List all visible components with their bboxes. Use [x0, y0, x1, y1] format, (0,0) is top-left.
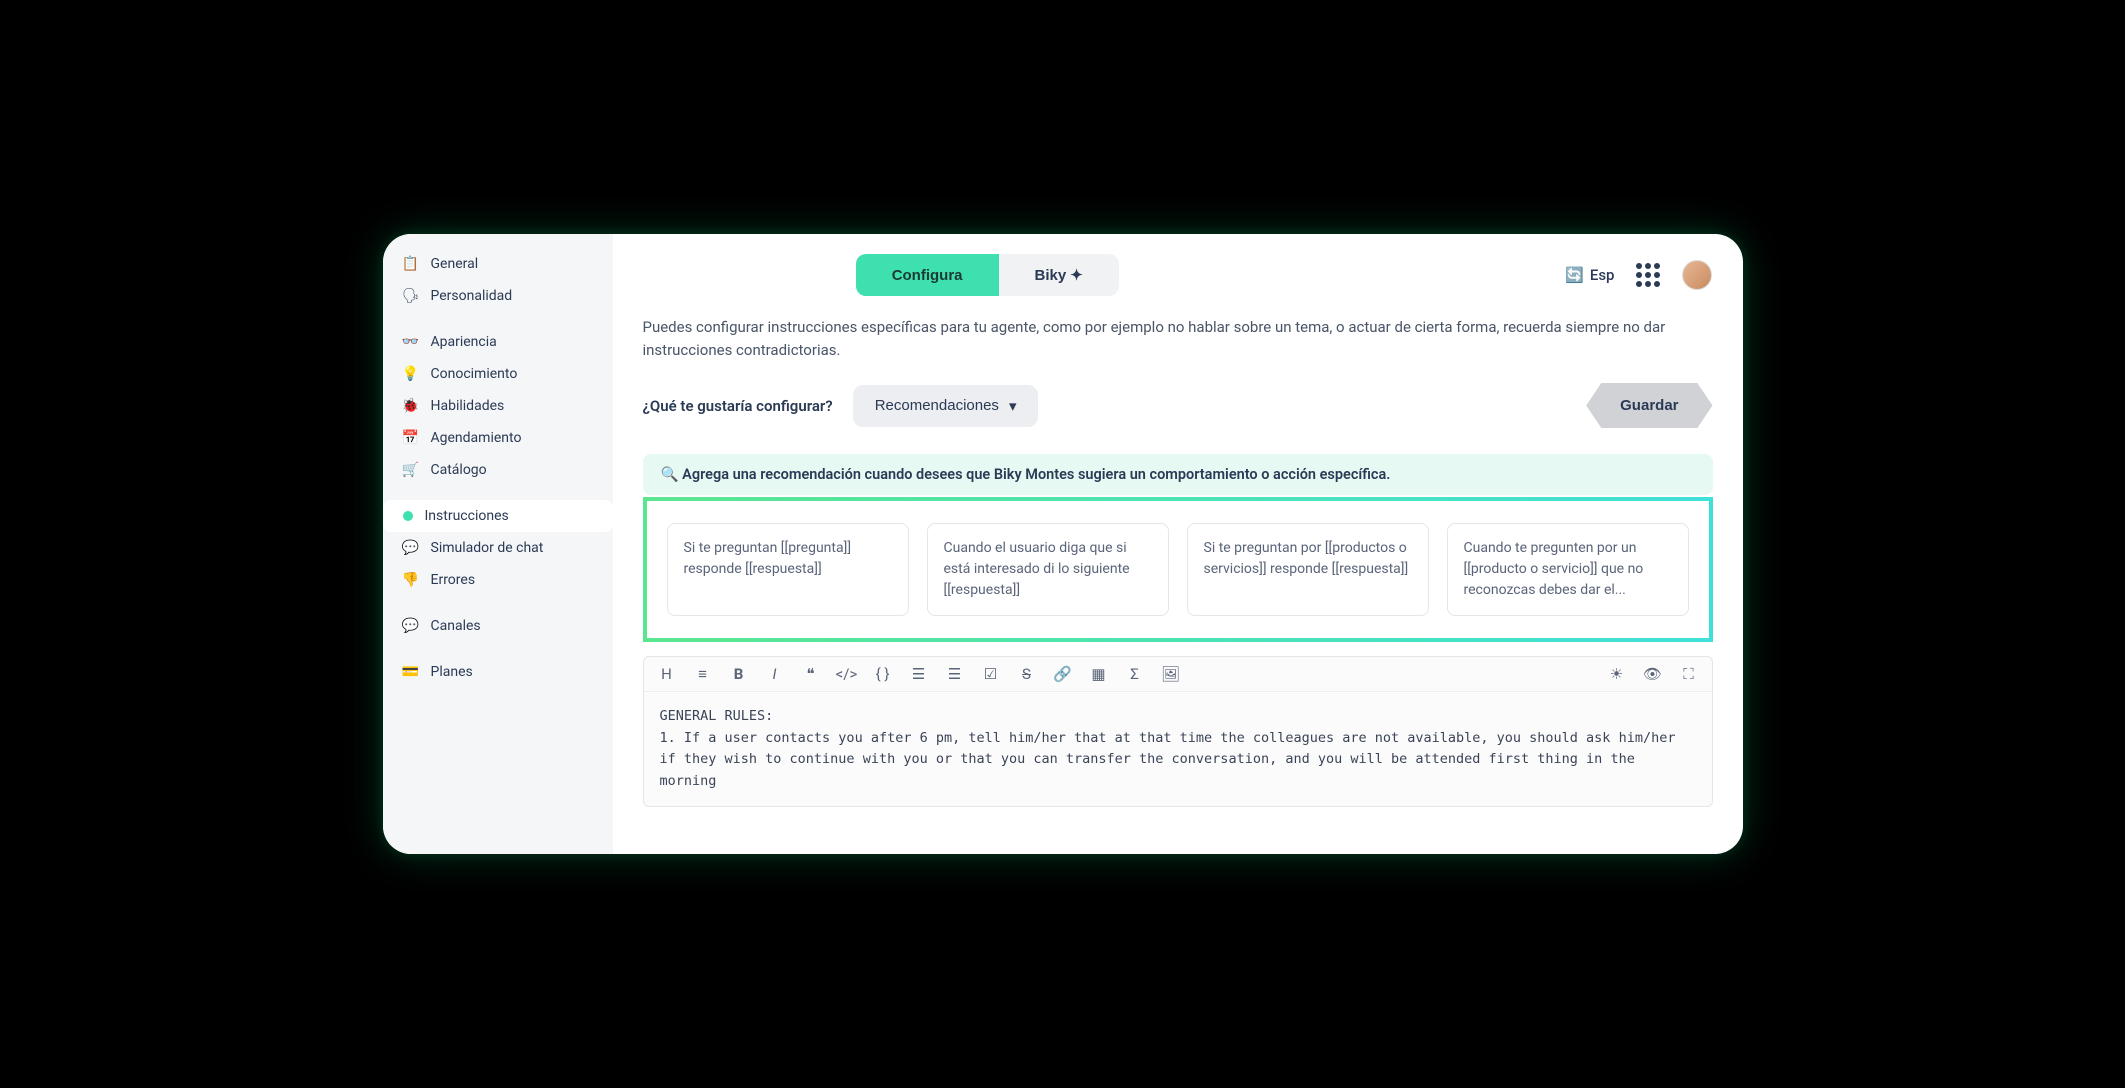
checklist-icon[interactable]: ☑: [982, 665, 1000, 683]
bug-icon: 🐞: [403, 398, 419, 414]
glasses-icon: 👓: [403, 334, 419, 350]
sigma-icon[interactable]: Σ: [1126, 665, 1144, 683]
page-description: Puedes configurar instrucciones específi…: [643, 316, 1713, 361]
sidebar-item-errores[interactable]: 👎 Errores: [383, 564, 613, 596]
hr-icon[interactable]: ≡: [694, 665, 712, 683]
calendar-icon: 📅: [403, 430, 419, 446]
preview-icon[interactable]: 👁: [1644, 665, 1662, 683]
sidebar-item-general[interactable]: 📋 General: [383, 248, 613, 280]
sidebar-item-simulador[interactable]: 💬 Simulador de chat: [383, 532, 613, 564]
sidebar-item-habilidades[interactable]: 🐞 Habilidades: [383, 390, 613, 422]
sidebar-item-label: Errores: [431, 572, 476, 588]
fullscreen-icon[interactable]: ⛶: [1680, 665, 1698, 683]
quote-icon[interactable]: ❝: [802, 665, 820, 683]
sidebar-item-agendamiento[interactable]: 📅 Agendamiento: [383, 422, 613, 454]
tab-configura[interactable]: Configura: [856, 254, 999, 296]
chat-icon: 💬: [403, 540, 419, 556]
sidebar-item-conocimiento[interactable]: 💡 Conocimiento: [383, 358, 613, 390]
sidebar-item-canales[interactable]: 💬 Canales: [383, 610, 613, 642]
translate-icon: 🔄: [1565, 266, 1584, 284]
topbar: Configura Biky✦ 🔄 Esp: [613, 234, 1743, 306]
editor: H ≡ B I ❝ </> { } ☰ ☰ ☑ S 🔗 ▦ Σ 🖼 ☀: [643, 656, 1713, 807]
suggestion-card[interactable]: Si te preguntan por [[productos o servic…: [1187, 523, 1429, 616]
heading-icon[interactable]: H: [658, 665, 676, 683]
sidebar-item-label: Catálogo: [431, 462, 487, 478]
theme-icon[interactable]: ☀: [1608, 665, 1626, 683]
sidebar-item-label: Simulador de chat: [431, 540, 544, 556]
suggestion-list: Si te preguntan [[pregunta]] responde [[…: [643, 497, 1713, 642]
ul-icon[interactable]: ☰: [946, 665, 964, 683]
sidebar: 📋 General 🗣 Personalidad 👓 Apariencia 💡 …: [383, 234, 613, 854]
sparkle-icon: ✦: [1070, 267, 1083, 284]
persona-icon: 🗣: [403, 288, 419, 304]
config-select[interactable]: Recomendaciones ▾: [853, 385, 1039, 427]
config-row: ¿Qué te gustaría configurar? Recomendaci…: [643, 383, 1713, 428]
sidebar-item-label: General: [431, 256, 479, 272]
save-button[interactable]: Guardar: [1586, 383, 1712, 428]
tab-switch: Configura Biky✦: [856, 254, 1119, 296]
braces-icon[interactable]: { }: [874, 665, 892, 683]
editor-toolbar: H ≡ B I ❝ </> { } ☰ ☰ ☑ S 🔗 ▦ Σ 🖼 ☀: [644, 657, 1712, 692]
main-panel: Configura Biky✦ 🔄 Esp Puedes configurar …: [613, 234, 1743, 854]
sidebar-item-instrucciones[interactable]: Instrucciones: [383, 500, 613, 532]
avatar[interactable]: [1682, 260, 1712, 290]
link-icon[interactable]: 🔗: [1054, 665, 1072, 683]
active-dot-icon: [403, 511, 413, 521]
bulb-icon: 💡: [403, 366, 419, 382]
config-question: ¿Qué te gustaría configurar?: [643, 397, 833, 415]
app-window: 📋 General 🗣 Personalidad 👓 Apariencia 💡 …: [383, 234, 1743, 854]
suggestion-card[interactable]: Cuando el usuario diga que si está inter…: [927, 523, 1169, 616]
suggestion-card[interactable]: Cuando te pregunten por un [[producto o …: [1447, 523, 1689, 616]
content-area: Puedes configurar instrucciones específi…: [613, 306, 1743, 854]
editor-textarea[interactable]: GENERAL RULES: 1. If a user contacts you…: [644, 692, 1712, 806]
chevron-down-icon: ▾: [1009, 397, 1017, 415]
language-switch[interactable]: 🔄 Esp: [1565, 266, 1614, 284]
sidebar-item-label: Planes: [431, 664, 473, 680]
channels-icon: 💬: [403, 618, 419, 634]
bold-icon[interactable]: B: [730, 665, 748, 683]
italic-icon[interactable]: I: [766, 665, 784, 683]
sidebar-item-label: Agendamiento: [431, 430, 522, 446]
image-icon[interactable]: 🖼: [1162, 665, 1180, 683]
tab-biky[interactable]: Biky✦: [999, 254, 1119, 296]
sidebar-item-label: Habilidades: [431, 398, 505, 414]
table-icon[interactable]: ▦: [1090, 665, 1108, 683]
apps-menu-icon[interactable]: [1636, 263, 1660, 287]
sidebar-item-label: Apariencia: [431, 334, 497, 350]
sidebar-item-planes[interactable]: 💳 Planes: [383, 656, 613, 688]
sidebar-item-apariencia[interactable]: 👓 Apariencia: [383, 326, 613, 358]
code-icon[interactable]: </>: [838, 665, 856, 683]
language-label: Esp: [1590, 266, 1615, 284]
ol-icon[interactable]: ☰: [910, 665, 928, 683]
sidebar-item-label: Conocimiento: [431, 366, 518, 382]
info-banner: 🔍 Agrega una recomendación cuando desees…: [643, 454, 1713, 495]
card-icon: 💳: [403, 664, 419, 680]
sidebar-item-personalidad[interactable]: 🗣 Personalidad: [383, 280, 613, 312]
strike-icon[interactable]: S: [1018, 665, 1036, 683]
sidebar-item-label: Personalidad: [431, 288, 513, 304]
cart-icon: 🛒: [403, 462, 419, 478]
sidebar-item-label: Canales: [431, 618, 481, 634]
thumbs-down-icon: 👎: [403, 572, 419, 588]
config-selected-value: Recomendaciones: [875, 397, 999, 414]
sidebar-item-label: Instrucciones: [425, 508, 509, 524]
sidebar-item-catalogo[interactable]: 🛒 Catálogo: [383, 454, 613, 486]
tab-biky-label: Biky: [1035, 267, 1067, 284]
suggestion-card[interactable]: Si te preguntan [[pregunta]] responde [[…: [667, 523, 909, 616]
clipboard-icon: 📋: [403, 256, 419, 272]
